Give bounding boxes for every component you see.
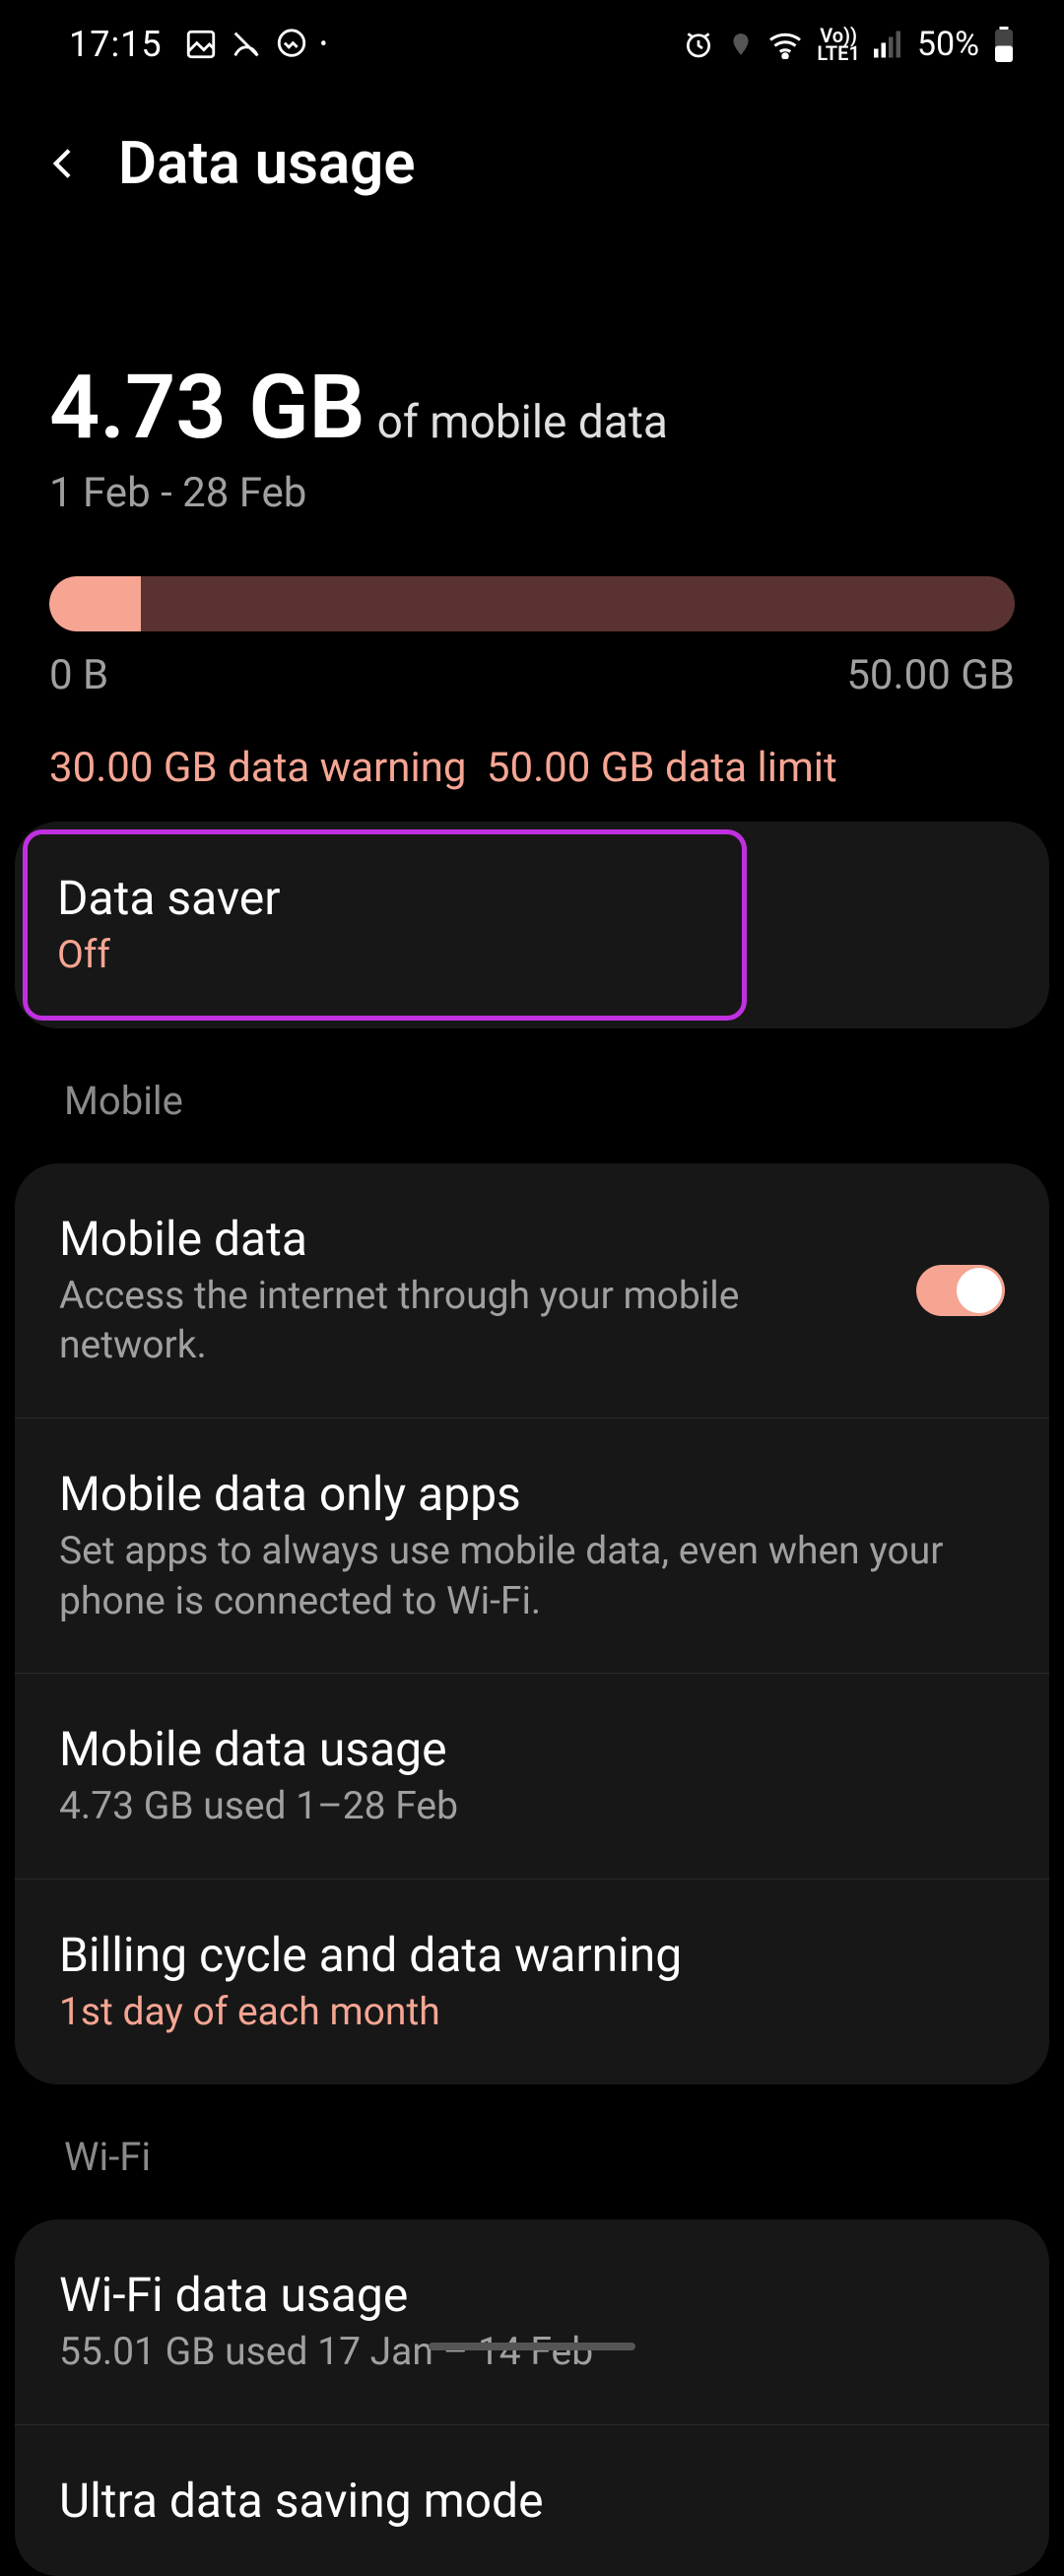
usage-bar: 0 B 50.00 GB 30.00 GB data warning 50.00… xyxy=(49,576,1015,792)
data-limit-text: 50.00 GB data limit xyxy=(487,744,837,792)
status-left: 17:15 • xyxy=(69,24,327,65)
billing-cycle-subtitle: 1st day of each month xyxy=(59,1987,975,2037)
page-title: Data usage xyxy=(118,128,416,198)
data-saver-title: Data saver xyxy=(57,870,712,926)
data-saver-status: Off xyxy=(57,930,712,980)
data-warning-text: 30.00 GB data warning xyxy=(49,744,466,792)
data-saver-card[interactable]: Data saver Off xyxy=(15,822,1049,1028)
usage-bar-labels: 0 B 50.00 GB xyxy=(49,651,1015,699)
section-mobile-label: Mobile xyxy=(0,1028,1064,1134)
mobile-data-row[interactable]: Mobile data Access the internet through … xyxy=(15,1163,1049,1419)
mobile-data-usage-row[interactable]: Mobile data usage 4.73 GB used 1–28 Feb xyxy=(15,1674,1049,1880)
missed-call-icon xyxy=(230,28,263,61)
usage-bar-fill xyxy=(49,576,141,631)
section-wifi-label: Wi-Fi xyxy=(0,2084,1064,2190)
page-header: Data usage xyxy=(0,89,1064,257)
network-type-label: Vo)) LTE1 xyxy=(817,27,859,62)
status-right: Vo)) LTE1 50% xyxy=(683,25,1015,64)
battery-icon xyxy=(993,27,1015,62)
mobile-data-usage-subtitle: 4.73 GB used 1–28 Feb xyxy=(59,1781,975,1831)
usage-bar-track xyxy=(49,576,1015,631)
billing-cycle-title: Billing cycle and data warning xyxy=(59,1927,975,1983)
status-time: 17:15 xyxy=(69,24,163,65)
usage-max-label: 50.00 GB xyxy=(846,651,1015,699)
ultra-data-saving-row[interactable]: Ultra data saving mode xyxy=(15,2425,1049,2576)
chevron-left-icon xyxy=(44,144,84,183)
mobile-data-subtitle: Access the internet through your mobile … xyxy=(59,1271,887,1370)
usage-date-range: 1 Feb - 28 Feb xyxy=(49,469,1015,517)
mobile-data-only-apps-subtitle: Set apps to always use mobile data, even… xyxy=(59,1526,975,1625)
wifi-section-card: Wi-Fi data usage 55.01 GB used 17 Jan – … xyxy=(15,2219,1049,2576)
status-bar: 17:15 • Vo)) LTE1 50% xyxy=(0,0,1064,89)
usage-min-label: 0 B xyxy=(49,651,108,699)
usage-limits-text: 30.00 GB data warning 50.00 GB data limi… xyxy=(49,744,1015,792)
location-icon xyxy=(728,30,754,59)
mobile-data-only-apps-title: Mobile data only apps xyxy=(59,1466,975,1522)
mobile-section-card: Mobile data Access the internet through … xyxy=(15,1163,1049,2084)
billing-cycle-row[interactable]: Billing cycle and data warning 1st day o… xyxy=(15,1880,1049,2084)
battery-percent: 50% xyxy=(917,25,979,64)
messenger-icon xyxy=(275,28,308,61)
usage-of-label: of mobile data xyxy=(377,396,668,449)
wifi-icon xyxy=(767,30,803,59)
alarm-icon xyxy=(683,29,714,60)
nav-handle[interactable] xyxy=(429,2343,635,2350)
signal-icon xyxy=(874,31,903,58)
wifi-data-usage-row[interactable]: Wi-Fi data usage 55.01 GB used 17 Jan – … xyxy=(15,2219,1049,2425)
back-button[interactable] xyxy=(39,139,89,188)
mobile-data-usage-title: Mobile data usage xyxy=(59,1721,975,1777)
mobile-data-toggle[interactable] xyxy=(916,1265,1005,1316)
mobile-data-only-apps-row[interactable]: Mobile data only apps Set apps to always… xyxy=(15,1419,1049,1674)
dot-icon: • xyxy=(320,33,327,57)
data-saver-highlight: Data saver Off xyxy=(23,829,747,1021)
usage-summary: 4.73 GB of mobile data 1 Feb - 28 Feb 0 … xyxy=(0,257,1064,792)
wifi-data-usage-title: Wi-Fi data usage xyxy=(59,2267,975,2323)
ultra-data-saving-title: Ultra data saving mode xyxy=(59,2473,975,2529)
wifi-data-usage-subtitle: 55.01 GB used 17 Jan – 14 Feb xyxy=(59,2327,975,2377)
mobile-data-title: Mobile data xyxy=(59,1211,887,1267)
image-icon xyxy=(184,28,218,61)
summary-line: 4.73 GB of mobile data xyxy=(49,356,1015,459)
toggle-knob xyxy=(957,1268,1002,1313)
usage-amount: 4.73 GB xyxy=(49,356,366,459)
